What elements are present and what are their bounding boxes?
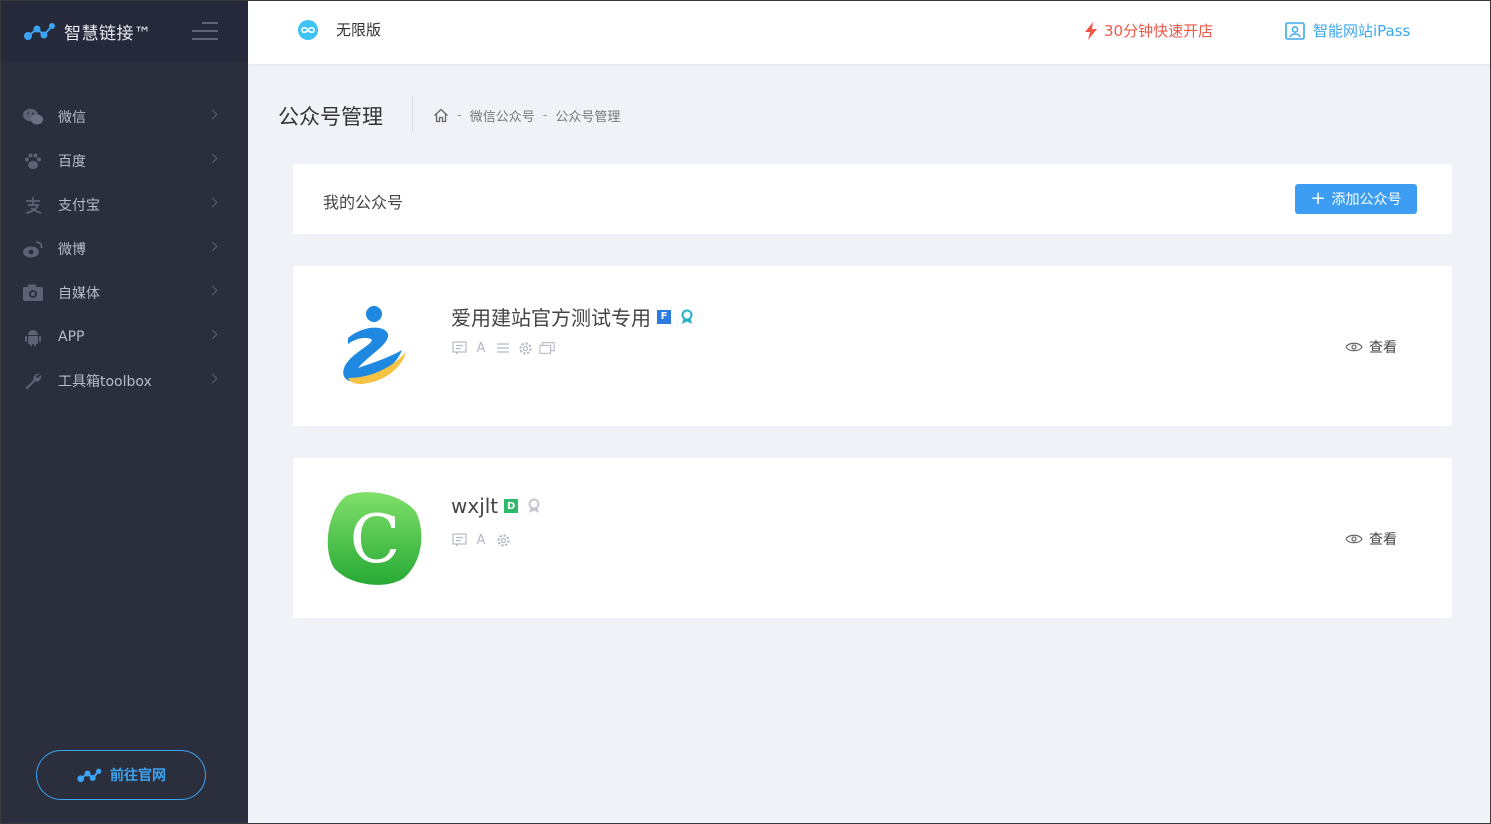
svg-text:C: C [350, 501, 401, 578]
add-account-button[interactable]: + 添加公众号 [1295, 184, 1417, 214]
quick-open-label: 30分钟快速开店 [1104, 22, 1214, 40]
top-bar: 无限版 30分钟快速开店 智能网站iPass [248, 0, 1491, 64]
view-label: 查看 [1369, 532, 1397, 548]
sidebar-item-label: APP [58, 329, 85, 345]
sidebar-item-alipay[interactable]: 支付宝 [0, 183, 248, 227]
panel-title: 我的公众号 [323, 193, 404, 212]
account-name-row: 爱用建站官方测试专用 F [451, 302, 695, 331]
account-name: wxjlt [451, 494, 499, 518]
account-name-row: wxjlt D [451, 494, 542, 518]
chevron-right-icon [207, 153, 218, 164]
sidebar-item-label: 工具箱toolbox [58, 374, 152, 390]
android-icon [22, 327, 44, 347]
chevron-right-icon [207, 285, 218, 296]
paw-icon [22, 151, 44, 171]
account-avatar [343, 306, 406, 384]
brand-header: 智慧链接™ [0, 0, 248, 62]
add-account-label: 添加公众号 [1331, 192, 1402, 208]
sidebar-item-baidu[interactable]: 百度 [0, 139, 248, 183]
plus-icon: + [1310, 187, 1326, 209]
settings-icon[interactable] [517, 340, 533, 356]
breadcrumb-separator: - [542, 108, 548, 123]
wrench-icon [22, 371, 44, 391]
brand-name: 智慧链接™ [64, 23, 152, 44]
sidebar-nav: 微信 百度 支付宝 微博 自媒体 APP 工具箱toolbox [0, 95, 248, 403]
account-name: 爱用建站官方测试专用 [451, 306, 651, 330]
sidebar-item-label: 自媒体 [58, 286, 100, 302]
eye-icon [1345, 534, 1363, 544]
sidebar-item-label: 微信 [58, 110, 86, 126]
ipass-label: 智能网站iPass [1313, 22, 1411, 40]
account-type-badge: D [504, 499, 519, 513]
account-card: C wxjlt D A 查看 [293, 458, 1452, 618]
sidebar-item-weibo[interactable]: 微博 [0, 227, 248, 271]
edition-indicator: 无限版 [298, 19, 381, 40]
goto-website-label: 前往官网 [110, 768, 166, 784]
title-divider [412, 96, 413, 132]
font-icon[interactable]: A [473, 532, 489, 548]
infinity-icon [298, 19, 318, 40]
breadcrumb: - 微信公众号 - 公众号管理 [433, 106, 620, 125]
breadcrumb-item: 公众号管理 [555, 110, 621, 125]
chevron-right-icon [207, 109, 218, 120]
home-icon[interactable] [433, 108, 449, 123]
sidebar-item-wechat[interactable]: 微信 [0, 95, 248, 139]
account-tools: A [451, 532, 517, 548]
weibo-icon [22, 239, 44, 259]
breadcrumb-item[interactable]: 微信公众号 [470, 106, 535, 125]
chevron-right-icon [207, 197, 218, 208]
account-avatar: C [327, 492, 422, 585]
account-tools: A [451, 340, 561, 356]
unverified-icon [528, 498, 540, 513]
message-icon[interactable] [451, 532, 467, 548]
sidebar-item-app[interactable]: APP [0, 315, 248, 359]
font-icon[interactable]: A [473, 340, 489, 356]
menu-toggle-icon[interactable] [192, 22, 218, 40]
account-card: 爱用建站官方测试专用 F A 查看 [293, 266, 1452, 426]
verified-icon [681, 309, 693, 324]
lightning-icon [1085, 21, 1097, 40]
sidebar-item-label: 微博 [58, 242, 86, 258]
sidebar-item-toolbox[interactable]: 工具箱toolbox [0, 359, 248, 403]
settings-icon[interactable] [495, 532, 511, 548]
logo-icon [24, 23, 55, 40]
edition-label: 无限版 [336, 21, 382, 39]
view-account-button[interactable]: 查看 [1345, 337, 1397, 357]
copy-icon[interactable] [539, 340, 555, 356]
sidebar-item-label: 支付宝 [58, 198, 100, 214]
account-type-badge: F [657, 309, 671, 324]
accounts-header-panel: 我的公众号 + 添加公众号 [293, 164, 1452, 234]
wechat-icon [22, 107, 44, 127]
chevron-right-icon [207, 329, 218, 340]
breadcrumb-separator: - [457, 108, 462, 123]
menu-list-icon[interactable] [495, 340, 511, 356]
page-title: 公众号管理 [278, 105, 383, 129]
eye-icon [1345, 342, 1363, 352]
sidebar-item-media[interactable]: 自媒体 [0, 271, 248, 315]
quick-open-link[interactable]: 30分钟快速开店 [1084, 20, 1213, 41]
alipay-icon [22, 195, 44, 215]
message-icon[interactable] [451, 340, 467, 356]
view-label: 查看 [1369, 340, 1397, 356]
goto-website-button[interactable]: 前往官网 [36, 750, 206, 800]
profile-card-icon [1285, 21, 1305, 40]
sidebar-item-label: 百度 [58, 154, 86, 170]
chevron-right-icon [207, 373, 218, 384]
logo-icon [77, 768, 102, 783]
view-account-button[interactable]: 查看 [1345, 529, 1397, 549]
chevron-right-icon [207, 241, 218, 252]
ipass-link[interactable]: 智能网站iPass [1285, 20, 1410, 41]
sidebar: 智慧链接™ 微信 百度 支付宝 微博 自媒体 APP 工具箱toolbox 前往… [0, 0, 248, 824]
camera-icon [22, 283, 44, 303]
